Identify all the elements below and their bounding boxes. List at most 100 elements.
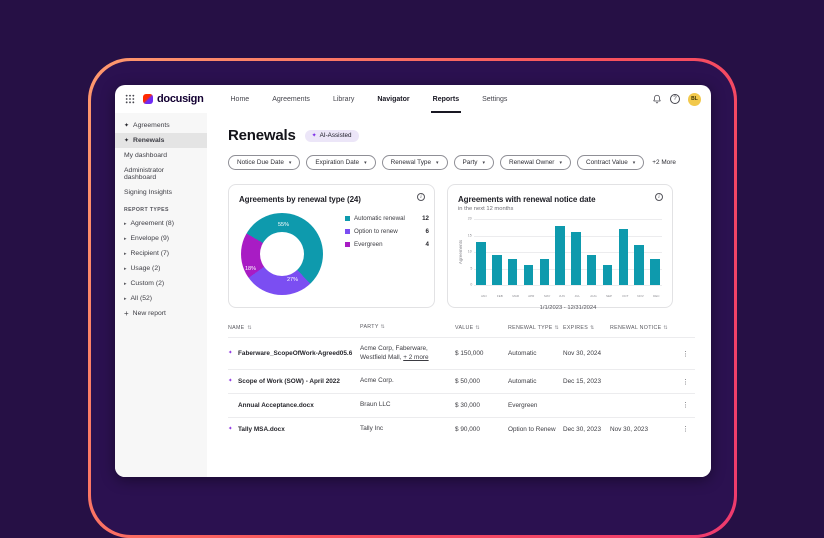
legend-swatch [345,229,350,234]
nav-library[interactable]: Library [333,85,354,113]
column-header-renewal-notice[interactable]: RENEWAL NOTICE⇅ [610,325,672,331]
info-icon[interactable]: i [417,193,425,201]
sort-icon: ⇅ [590,325,595,331]
docusign-app-window: docusign Home Agreements Library Navigat… [115,85,711,477]
renewal-type-chart-card: Agreements by renewal type (24) i 55% 27… [228,184,435,308]
filter-notice-due-date[interactable]: Notice Due Date ▾ [228,155,300,170]
nav-settings[interactable]: Settings [482,85,507,113]
bar-card-title: Agreements with renewal notice date [458,195,662,204]
filter-party[interactable]: Party ▾ [454,155,494,170]
renewal-type-cell: Automatic [508,350,563,357]
caret-right-icon: ▸ [124,281,127,287]
sidebar-item-label: Agreement (8) [131,220,174,227]
expires-cell: Dec 15, 2023 [563,378,610,385]
renewal-type-cell: Automatic [508,378,563,385]
help-icon[interactable]: ? [670,94,680,104]
sidebar-item-recipient-reports[interactable]: ▸ Recipient (7) [115,246,207,261]
nav-navigator[interactable]: Navigator [377,85,409,113]
bar [587,255,597,285]
sidebar-item-label: Recipient (7) [131,250,170,257]
sidebar-item-renewals[interactable]: ✦ Renewals [115,133,207,148]
nav-agreements[interactable]: Agreements [272,85,310,113]
sidebar-item-envelope-reports[interactable]: ▸ Envelope (9) [115,231,207,246]
legend-item: Option to renew 6 [345,228,429,235]
sidebar-item-usage-reports[interactable]: ▸ Usage (2) [115,261,207,276]
row-menu-kebab-icon[interactable]: ⋮ [682,426,689,433]
sidebar-item-all-reports[interactable]: ▸ All (52) [115,291,207,306]
caret-right-icon: ▸ [124,221,127,227]
avatar[interactable]: BL [688,93,701,106]
filter-renewal-owner[interactable]: Renewal Owner ▾ [500,155,571,170]
bar [492,255,502,285]
bar [650,259,660,285]
filter-renewal-type[interactable]: Renewal Type ▾ [382,155,448,170]
apps-grid-icon[interactable] [125,94,135,104]
caret-right-icon: ▸ [124,251,127,257]
bar-category-label: JUL [572,286,582,304]
sidebar-item-label: Envelope (9) [131,235,170,242]
bar [555,226,565,285]
bar [524,265,534,285]
bar [619,229,629,285]
sidebar-item-label: Usage (2) [131,265,161,272]
info-icon[interactable]: i [655,193,663,201]
sidebar-item-custom-reports[interactable]: ▸ Custom (2) [115,276,207,291]
sidebar-item-label: New report [133,310,166,317]
sidebar-item-signing-insights[interactable]: Signing Insights [115,185,207,200]
bar-category-label: NOV [634,286,644,304]
page-title: Renewals [228,127,296,144]
party-more-link[interactable]: + 2 more [403,354,428,361]
sort-icon: ⇅ [475,325,480,331]
main-content: Renewals ✦ AI-Assisted Notice Due Date ▾… [207,113,711,477]
notifications-bell-icon[interactable] [652,94,662,104]
table-row[interactable]: ✦ Faberware_ScopeOfWork-Agreed05.6 Acme … [228,337,695,369]
table-row[interactable]: ✦ Annual Acceptance.docx Braun LLC $ 30,… [228,393,695,417]
bar-category-label: MAR [509,286,519,304]
column-header-renewal-type[interactable]: RENEWAL TYPE⇅ [508,325,563,331]
chevron-down-icon: ▾ [633,160,636,166]
ai-assisted-badge-label: AI-Assisted [320,132,352,139]
bar-card-subtitle: in the next 12 months [458,206,662,212]
column-header-name[interactable]: NAME⇅ [228,325,360,331]
more-filters-link[interactable]: +2 More [652,159,676,166]
filter-contract-value[interactable]: Contract Value ▾ [577,155,644,170]
sidebar-new-report-button[interactable]: + New report [115,306,207,321]
sidebar-item-agreements[interactable]: ✦ Agreements [115,118,207,133]
table-row[interactable]: ✦ Scope of Work (SOW) - April 2022 Acme … [228,369,695,393]
sort-icon: ⇅ [381,324,386,331]
row-menu-kebab-icon[interactable]: ⋮ [682,402,689,409]
sidebar-item-agreement-reports[interactable]: ▸ Agreement (8) [115,216,207,231]
docusign-wordmark: docusign [157,93,204,105]
party-cell: Acme Corp, Faberware, Westfield Mall, + … [360,345,455,362]
column-header-value[interactable]: VALUE⇅ [455,325,508,331]
nav-home[interactable]: Home [231,85,250,113]
donut-legend: Automatic renewal 12 Option to renew 6 E… [345,215,429,248]
sidebar-item-my-dashboard[interactable]: My dashboard [115,148,207,163]
y-tick-label: 0 [463,282,472,288]
sidebar-item-administrator-dashboard[interactable]: Administrator dashboard [115,163,207,185]
column-header-party[interactable]: PARTY⇅ [360,324,455,331]
column-header-expires[interactable]: EXPIRES⇅ [563,325,610,331]
row-menu-kebab-icon[interactable]: ⋮ [682,379,689,386]
agreement-name: Annual Acceptance.docx [238,402,314,409]
docusign-logo[interactable]: docusign [143,93,204,105]
chevron-down-icon: ▾ [436,160,439,166]
ai-sparkle-icon: ✦ [312,132,317,139]
sidebar-item-label: Custom (2) [131,280,165,287]
sort-icon: ⇅ [248,325,253,331]
bar [540,259,550,285]
bar-ylabel: Agreements [458,236,464,268]
bar-chart: 20151050 Agreements [474,219,662,285]
bar-category-label: DEC [650,286,660,304]
bar-months: JANFEBMARAPRMAYJUNJULAUGSEPOCTNOVDEC [476,286,662,304]
ai-sparkle-icon: ✦ [228,426,235,433]
table-row[interactable]: ✦ Tally MSA.docx Tally Inc $ 90,000 Opti… [228,417,695,441]
expires-cell: Nov 30, 2024 [563,350,610,357]
top-navigation-bar: docusign Home Agreements Library Navigat… [115,85,711,113]
value-cell: $ 90,000 [455,426,508,433]
filter-expiration-date[interactable]: Expiration Date ▾ [306,155,375,170]
bar-category-label: AUG [587,286,597,304]
donut-slice-label: 55% [278,222,289,228]
row-menu-kebab-icon[interactable]: ⋮ [682,351,689,358]
nav-reports[interactable]: Reports [433,85,459,113]
